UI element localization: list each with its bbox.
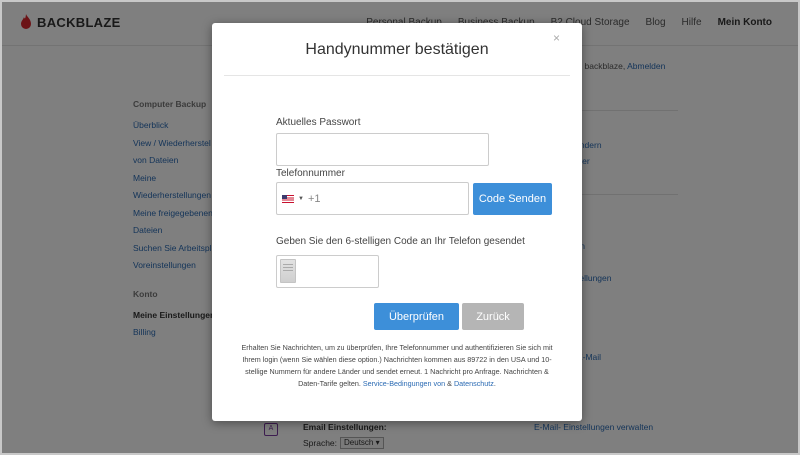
verify-phone-dialog: Handynummer bestätigen × Aktuelles Passw…	[212, 23, 582, 421]
close-icon[interactable]: ×	[553, 31, 560, 45]
dialog-divider	[224, 75, 570, 76]
phone-label: Telefonnummer	[276, 168, 345, 179]
code-input[interactable]	[276, 255, 379, 288]
sms-disclaimer: Erhalten Sie Nachrichten, um zu überprüf…	[238, 342, 556, 390]
phone-input[interactable]: ▼ +1	[276, 182, 469, 215]
phone-country-code: +1	[307, 192, 321, 205]
send-code-button[interactable]: Code Senden	[473, 183, 552, 215]
code-label: Geben Sie den 6-stelligen Code an Ihr Te…	[276, 236, 525, 247]
chevron-down-icon[interactable]: ▼	[298, 196, 304, 202]
browser-frame: BACKBLAZE Personal Backup Business Backu…	[0, 0, 800, 455]
keypad-icon	[280, 259, 296, 283]
verify-button[interactable]: Überprüfen	[374, 303, 459, 330]
password-input[interactable]	[276, 133, 489, 166]
us-flag-icon[interactable]	[282, 194, 294, 203]
disclaimer-amp: &	[447, 379, 452, 388]
dialog-title: Handynummer bestätigen	[305, 41, 489, 58]
terms-link[interactable]: Service-Bedingungen von	[363, 379, 445, 388]
disclaimer-period: .	[493, 379, 496, 388]
back-button[interactable]: Zurück	[462, 303, 524, 330]
privacy-link[interactable]: Datenschutz	[454, 379, 494, 388]
password-label: Aktuelles Passwort	[276, 117, 361, 128]
